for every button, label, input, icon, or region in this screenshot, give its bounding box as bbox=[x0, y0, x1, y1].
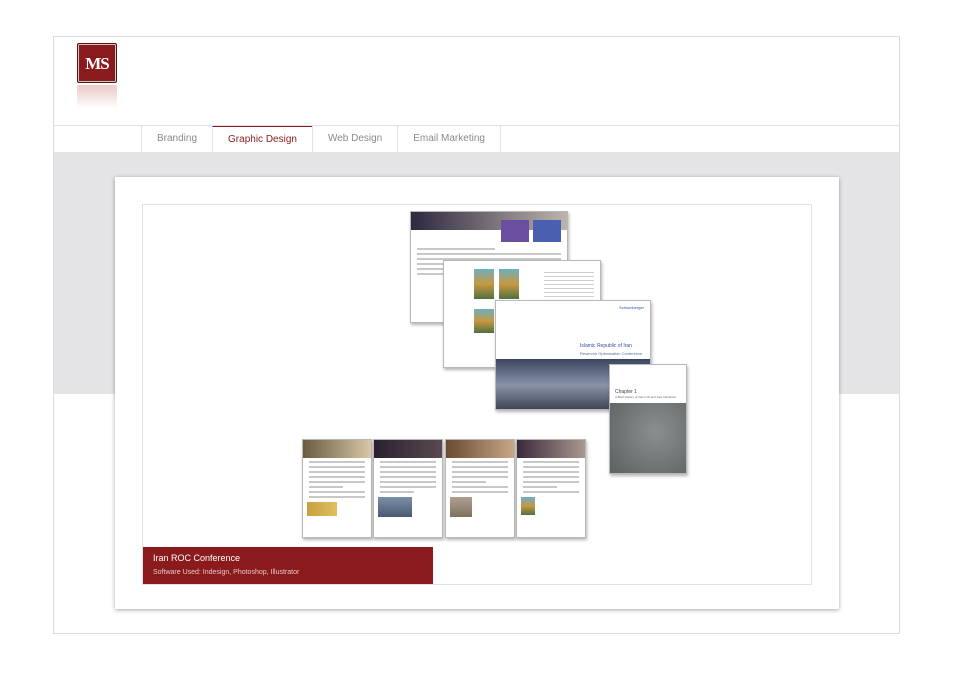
logo-reflection bbox=[77, 85, 117, 109]
cover-subtitle: Reservoir Optimization Conference bbox=[580, 351, 643, 356]
article-page-4 bbox=[516, 439, 586, 538]
cover-title: Islamic Republic of Iran bbox=[580, 343, 632, 349]
cover-brand: Schlumberger bbox=[619, 305, 644, 310]
category-tabs: Branding Graphic Design Web Design Email… bbox=[141, 126, 501, 152]
tab-email-marketing[interactable]: Email Marketing bbox=[397, 126, 501, 152]
tab-web-design[interactable]: Web Design bbox=[311, 126, 397, 152]
article-page-2 bbox=[373, 439, 443, 538]
logo-mark: MS bbox=[77, 43, 117, 83]
project-title: Iran ROC Conference bbox=[153, 553, 241, 563]
brochure-chapter-page: Chapter 1 A Brief History of Iran's Oil … bbox=[609, 364, 687, 474]
article-page-1 bbox=[302, 439, 372, 538]
article-page-3 bbox=[445, 439, 515, 538]
nav-bar: Branding Graphic Design Web Design Email… bbox=[54, 125, 899, 152]
project-caption: Iran ROC Conference Software Used: Indes… bbox=[143, 547, 433, 584]
project-card: Schlumberger Islamic Republic of Iran Re… bbox=[115, 177, 839, 609]
chapter-subtitle: A Brief History of Iran's Oil and Gas In… bbox=[615, 395, 676, 399]
tab-branding[interactable]: Branding bbox=[141, 126, 212, 152]
page-frame: MS Branding Graphic Design Web Design Em… bbox=[53, 36, 900, 634]
tab-graphic-design[interactable]: Graphic Design bbox=[212, 126, 312, 152]
project-image-area[interactable]: Schlumberger Islamic Republic of Iran Re… bbox=[142, 204, 812, 585]
project-software: Software Used: Indesign, Photoshop, Illu… bbox=[153, 569, 300, 576]
site-logo[interactable]: MS bbox=[77, 43, 119, 113]
